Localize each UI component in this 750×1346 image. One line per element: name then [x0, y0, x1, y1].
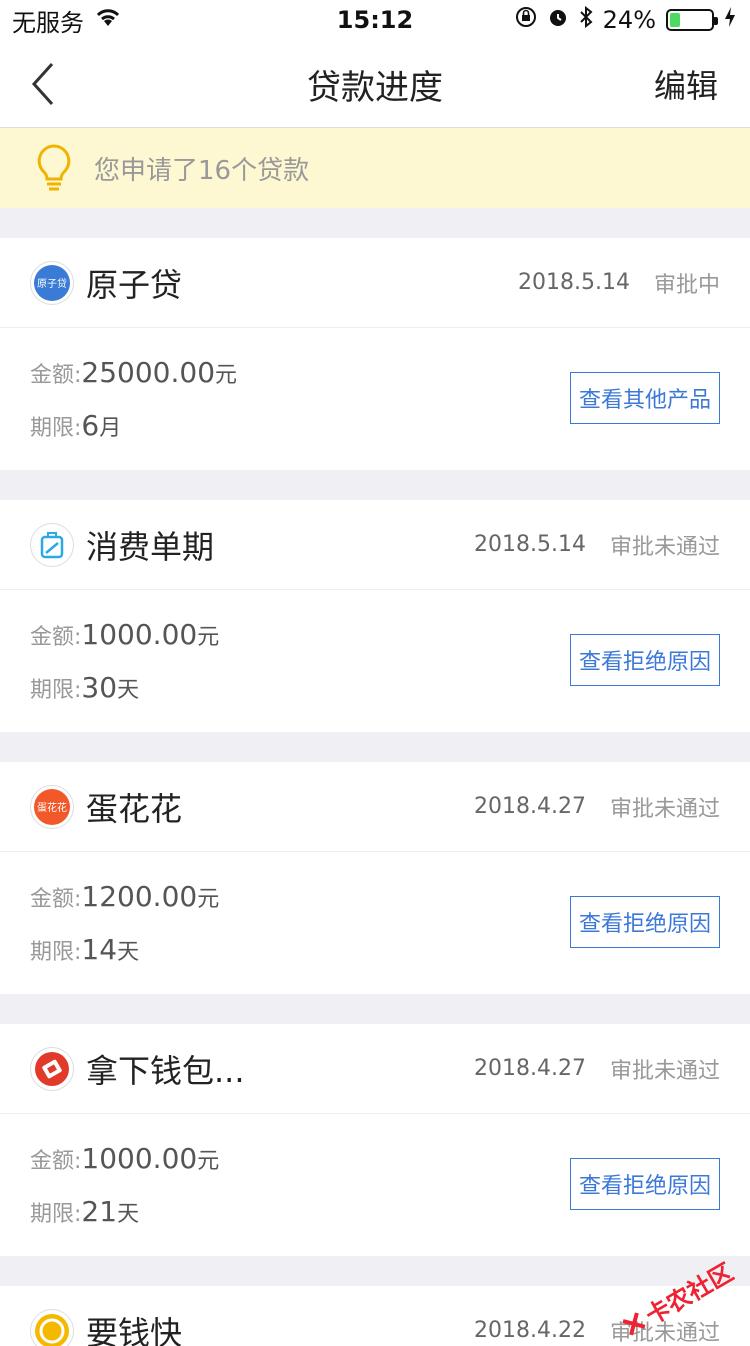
view-rejection-reason-button[interactable]: 查看拒绝原因: [570, 1158, 720, 1210]
product-logo-icon: [30, 523, 74, 567]
battery-percent: 24%: [603, 6, 656, 34]
product-logo-icon: [30, 1047, 74, 1091]
page-title: 贷款进度: [0, 40, 750, 128]
product-logo-icon: 蛋花花: [30, 785, 74, 829]
view-rejection-reason-button[interactable]: 查看拒绝原因: [570, 634, 720, 686]
term-label: 期限:: [30, 934, 81, 966]
term-label: 期限:: [30, 1196, 81, 1228]
term-unit: 月: [99, 410, 121, 442]
nav-bar: 贷款进度 编辑: [0, 40, 750, 128]
loan-card[interactable]: 原子贷 原子贷 2018.5.14 审批中 金额: 25000.00 元 期限:…: [0, 238, 750, 470]
loan-list: 原子贷 原子贷 2018.5.14 审批中 金额: 25000.00 元 期限:…: [0, 238, 750, 1346]
approval-status: 审批未通过: [610, 791, 720, 823]
approval-status: 审批未通过: [610, 1053, 720, 1085]
apply-date: 2018.4.27: [474, 794, 586, 819]
loan-card-header: 蛋花花 蛋花花 2018.4.27 审批未通过: [0, 762, 750, 852]
charging-icon: [724, 6, 736, 34]
term-value: 30: [81, 671, 117, 704]
product-name: 消费单期: [86, 522, 474, 568]
notice-banner: 您申请了16个贷款: [0, 128, 750, 208]
approval-status: 审批中: [654, 267, 720, 299]
apply-date: 2018.5.14: [474, 532, 586, 557]
product-name: 原子贷: [86, 260, 518, 306]
edit-button[interactable]: 编辑: [654, 40, 718, 128]
term-unit: 天: [117, 672, 139, 704]
amount-value: 1000.00: [81, 618, 197, 651]
notice-text: 您申请了16个贷款: [94, 150, 309, 187]
amount-label: 金额:: [30, 1143, 81, 1175]
loan-card[interactable]: 蛋花花 蛋花花 2018.4.27 审批未通过 金额: 1200.00 元 期限…: [0, 762, 750, 994]
amount-unit: 元: [197, 619, 219, 651]
amount-unit: 元: [197, 881, 219, 913]
term-label: 期限:: [30, 672, 81, 704]
amount-value: 1200.00: [81, 880, 197, 913]
apply-date: 2018.5.14: [518, 270, 630, 295]
luggage-icon: [34, 527, 70, 563]
term-label: 期限:: [30, 410, 81, 442]
product-name: 蛋花花: [86, 784, 474, 830]
loan-card-header: 原子贷 原子贷 2018.5.14 审批中: [0, 238, 750, 328]
product-logo-badge: 蛋花花: [34, 789, 70, 825]
approval-status: 审批未通过: [610, 529, 720, 561]
term-value: 14: [81, 933, 117, 966]
battery-icon: [666, 9, 714, 31]
apply-date: 2018.4.22: [474, 1318, 586, 1343]
amount-label: 金额:: [30, 881, 81, 913]
loan-card[interactable]: 拿下钱包... 2018.4.27 审批未通过 金额: 1000.00 元 期限…: [0, 1024, 750, 1256]
loan-card-body: 金额: 1000.00 元 期限: 21 天 查看拒绝原因: [0, 1114, 750, 1256]
loan-card-body: 金额: 1000.00 元 期限: 30 天 查看拒绝原因: [0, 590, 750, 732]
loan-card-header: 拿下钱包... 2018.4.27 审批未通过: [0, 1024, 750, 1114]
view-rejection-reason-button[interactable]: 查看拒绝原因: [570, 896, 720, 948]
coin-icon: [34, 1313, 70, 1346]
loan-card-body: 金额: 1200.00 元 期限: 14 天 查看拒绝原因: [0, 852, 750, 994]
term-unit: 天: [117, 1196, 139, 1228]
battery-level: [670, 13, 680, 27]
amount-label: 金额:: [30, 619, 81, 651]
amount-value: 25000.00: [81, 356, 215, 389]
loan-card-header: 消费单期 2018.5.14 审批未通过: [0, 500, 750, 590]
term-value: 21: [81, 1195, 117, 1228]
amount-unit: 元: [215, 357, 237, 389]
wifi-icon: [94, 6, 122, 34]
product-logo-icon: [30, 1309, 74, 1346]
carrier-label: 无服务: [12, 3, 84, 38]
product-name: 要钱快: [86, 1308, 474, 1346]
bluetooth-icon: [579, 6, 593, 34]
amount-value: 1000.00: [81, 1142, 197, 1175]
product-name: 拿下钱包...: [86, 1046, 474, 1092]
product-logo-badge: 原子贷: [34, 265, 70, 301]
wallet-icon: [34, 1051, 70, 1087]
loan-card-body: 金额: 25000.00 元 期限: 6 月 查看其他产品: [0, 328, 750, 470]
loan-card[interactable]: 消费单期 2018.5.14 审批未通过 金额: 1000.00 元 期限: 3…: [0, 500, 750, 732]
orientation-lock-icon: [515, 6, 537, 34]
apply-date: 2018.4.27: [474, 1056, 586, 1081]
term-value: 6: [81, 409, 99, 442]
lightbulb-icon: [34, 143, 74, 193]
term-unit: 天: [117, 934, 139, 966]
amount-unit: 元: [197, 1143, 219, 1175]
alarm-icon: [547, 6, 569, 34]
product-logo-icon: 原子贷: [30, 261, 74, 305]
view-other-products-button[interactable]: 查看其他产品: [570, 372, 720, 424]
status-bar: 无服务 15:12 24%: [0, 0, 750, 40]
amount-label: 金额:: [30, 357, 81, 389]
